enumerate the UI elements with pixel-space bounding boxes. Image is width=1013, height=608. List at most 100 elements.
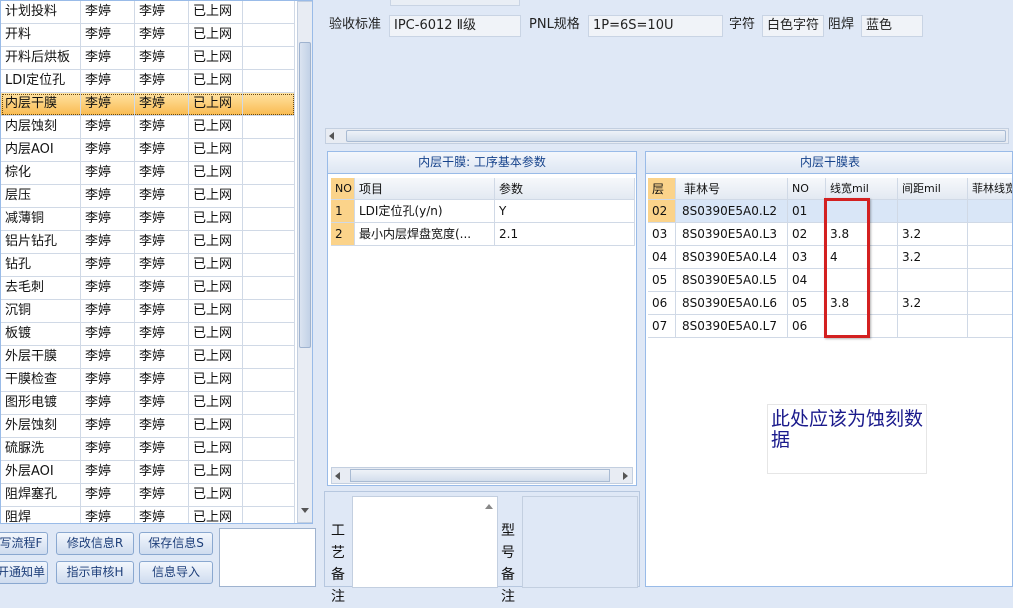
params-hscrollbar[interactable] bbox=[331, 467, 633, 484]
process-row[interactable]: 减薄铜 李婷 李婷 已上网 bbox=[1, 208, 295, 231]
process-cell-status: 已上网 bbox=[189, 24, 243, 47]
process-row[interactable]: 开料 李婷 李婷 已上网 bbox=[1, 24, 295, 47]
process-row[interactable]: 内层蚀刻 李婷 李婷 已上网 bbox=[1, 116, 295, 139]
process-row[interactable]: 开料后烘板 李婷 李婷 已上网 bbox=[1, 47, 295, 70]
film-col-film-width: 菲林线宽 bbox=[968, 178, 1012, 200]
open-notice-button[interactable]: 开通知单 bbox=[0, 561, 48, 584]
film-col-spacing: 间距mil bbox=[898, 178, 968, 200]
film-cell-fw bbox=[968, 223, 1012, 246]
hscroll-thumb[interactable] bbox=[350, 469, 610, 482]
process-row[interactable]: 阻焊塞孔 李婷 李婷 已上网 bbox=[1, 484, 295, 507]
import-info-button[interactable]: 信息导入 bbox=[139, 561, 213, 584]
process-cell-empty bbox=[243, 300, 295, 323]
film-cell-layer: 04 bbox=[648, 246, 676, 269]
process-cell-a: 李婷 bbox=[81, 254, 135, 277]
process-cell-a: 李婷 bbox=[81, 484, 135, 507]
process-row[interactable]: 内层AOI 李婷 李婷 已上网 bbox=[1, 139, 295, 162]
params-row[interactable]: 1 LDI定位孔(y/n) Y bbox=[331, 200, 635, 223]
scroll-up-arrow-icon[interactable] bbox=[485, 504, 493, 509]
accept-standard-field[interactable]: IPC-6012 Ⅱ级 bbox=[389, 15, 521, 37]
process-cell-step: 阻焊 bbox=[1, 507, 81, 523]
process-row[interactable]: 硫脲洗 李婷 李婷 已上网 bbox=[1, 438, 295, 461]
params-cell-item: LDI定位孔(y/n) bbox=[355, 200, 495, 223]
scroll-thumb[interactable] bbox=[299, 42, 311, 348]
process-row[interactable]: 外层蚀刻 李婷 李婷 已上网 bbox=[1, 415, 295, 438]
process-cell-b: 李婷 bbox=[135, 323, 189, 346]
process-cell-a: 李婷 bbox=[81, 369, 135, 392]
process-row[interactable]: 外层干膜 李婷 李婷 已上网 bbox=[1, 346, 295, 369]
film-cell-layer: 02 bbox=[648, 200, 676, 223]
film-cell-film: 8S0390E5A0.L5 bbox=[676, 269, 788, 292]
params-panel: 内层干膜: 工序基本参数 NO 项目 参数 1 LDI定位孔(y/n) Y 2 最小内层… bbox=[327, 151, 637, 486]
process-cell-a: 李婷 bbox=[81, 24, 135, 47]
film-table-panel: 内层干膜表 层 菲林号 NO 线宽mil 间距mil 菲林线宽 02 8S0390… bbox=[645, 151, 1013, 587]
params-col-item: 项目 bbox=[355, 178, 495, 200]
scroll-left-arrow-icon[interactable] bbox=[335, 472, 340, 480]
process-cell-empty bbox=[243, 139, 295, 162]
film-col-width: 线宽mil bbox=[826, 178, 898, 200]
process-cell-b: 李婷 bbox=[135, 300, 189, 323]
process-cell-empty bbox=[243, 346, 295, 369]
modify-info-button[interactable]: 修改信息R bbox=[56, 532, 134, 555]
process-cell-status: 已上网 bbox=[189, 438, 243, 461]
hscroll-thumb[interactable] bbox=[346, 130, 1006, 142]
solder-mask-label: 阻焊 bbox=[828, 17, 855, 32]
film-cell-film: 8S0390E5A0.L2 bbox=[676, 200, 788, 223]
process-row[interactable]: 阻焊 李婷 李婷 已上网 bbox=[1, 507, 295, 523]
process-row[interactable]: 板镀 李婷 李婷 已上网 bbox=[1, 323, 295, 346]
process-cell-b: 李婷 bbox=[135, 277, 189, 300]
process-cell-empty bbox=[243, 47, 295, 70]
process-row[interactable]: 铝片钻孔 李婷 李婷 已上网 bbox=[1, 231, 295, 254]
process-row[interactable]: 钻孔 李婷 李婷 已上网 bbox=[1, 254, 295, 277]
process-row[interactable]: 棕化 李婷 李婷 已上网 bbox=[1, 162, 295, 185]
model-note-box[interactable] bbox=[522, 496, 638, 588]
process-cell-a: 李婷 bbox=[81, 300, 135, 323]
char-label: 字符 bbox=[729, 17, 756, 32]
process-row[interactable]: 外层AOI 李婷 李婷 已上网 bbox=[1, 461, 295, 484]
scroll-down-arrow-icon[interactable] bbox=[301, 508, 309, 513]
notes-panel: 工艺备注 型号备注 bbox=[324, 491, 640, 605]
solder-mask-field[interactable]: 蓝色 bbox=[861, 15, 923, 37]
pnl-spec-field[interactable]: 1P=6S=10U bbox=[588, 15, 723, 37]
film-header-row: 层 菲林号 NO 线宽mil 间距mil 菲林线宽 bbox=[648, 178, 1012, 200]
process-cell-status: 已上网 bbox=[189, 277, 243, 300]
process-row[interactable]: 层压 李婷 李婷 已上网 bbox=[1, 185, 295, 208]
char-field[interactable]: 白色字符 bbox=[762, 15, 824, 37]
film-table-title: 内层干膜表 bbox=[646, 152, 1012, 174]
save-info-button[interactable]: 保存信息S bbox=[139, 532, 213, 555]
process-cell-b: 李婷 bbox=[135, 461, 189, 484]
spec-hscrollbar[interactable] bbox=[325, 128, 1009, 144]
blank-input-box[interactable] bbox=[219, 528, 316, 587]
scroll-left-arrow-icon[interactable] bbox=[329, 132, 334, 140]
process-cell-empty bbox=[243, 162, 295, 185]
process-cell-empty bbox=[243, 277, 295, 300]
process-cell-step: 板镀 bbox=[1, 323, 81, 346]
process-note-box[interactable] bbox=[352, 496, 498, 588]
process-cell-step: 层压 bbox=[1, 185, 81, 208]
film-col-film: 菲林号 bbox=[676, 178, 788, 200]
process-list-scrollbar[interactable] bbox=[297, 1, 312, 523]
process-row[interactable]: 干膜检查 李婷 李婷 已上网 bbox=[1, 369, 295, 392]
scroll-right-arrow-icon[interactable] bbox=[623, 472, 628, 480]
process-cell-status: 已上网 bbox=[189, 300, 243, 323]
process-row[interactable]: 计划投料 李婷 李婷 已上网 bbox=[1, 1, 295, 24]
process-cell-b: 李婷 bbox=[135, 93, 189, 116]
process-row[interactable]: 图形电镀 李婷 李婷 已上网 bbox=[1, 392, 295, 415]
film-cell-no: 05 bbox=[788, 292, 826, 315]
process-row[interactable]: LDI定位孔 李婷 李婷 已上网 bbox=[1, 70, 295, 93]
process-row[interactable]: 去毛刺 李婷 李婷 已上网 bbox=[1, 277, 295, 300]
process-cell-status: 已上网 bbox=[189, 392, 243, 415]
process-cell-step: 干膜检查 bbox=[1, 369, 81, 392]
process-row[interactable]: 沉铜 李婷 李婷 已上网 bbox=[1, 300, 295, 323]
process-cell-status: 已上网 bbox=[189, 1, 243, 24]
params-row[interactable]: 2 最小内层焊盘宽度(... 2.1 bbox=[331, 223, 635, 246]
write-flow-button[interactable]: 写流程F bbox=[0, 532, 48, 555]
process-cell-a: 李婷 bbox=[81, 70, 135, 93]
process-row[interactable]: 内层干膜 李婷 李婷 已上网 bbox=[1, 93, 295, 116]
process-cell-empty bbox=[243, 323, 295, 346]
process-cell-b: 李婷 bbox=[135, 47, 189, 70]
process-cell-step: LDI定位孔 bbox=[1, 70, 81, 93]
process-cell-b: 李婷 bbox=[135, 139, 189, 162]
review-button[interactable]: 指示审核H bbox=[56, 561, 134, 584]
process-cell-empty bbox=[243, 254, 295, 277]
